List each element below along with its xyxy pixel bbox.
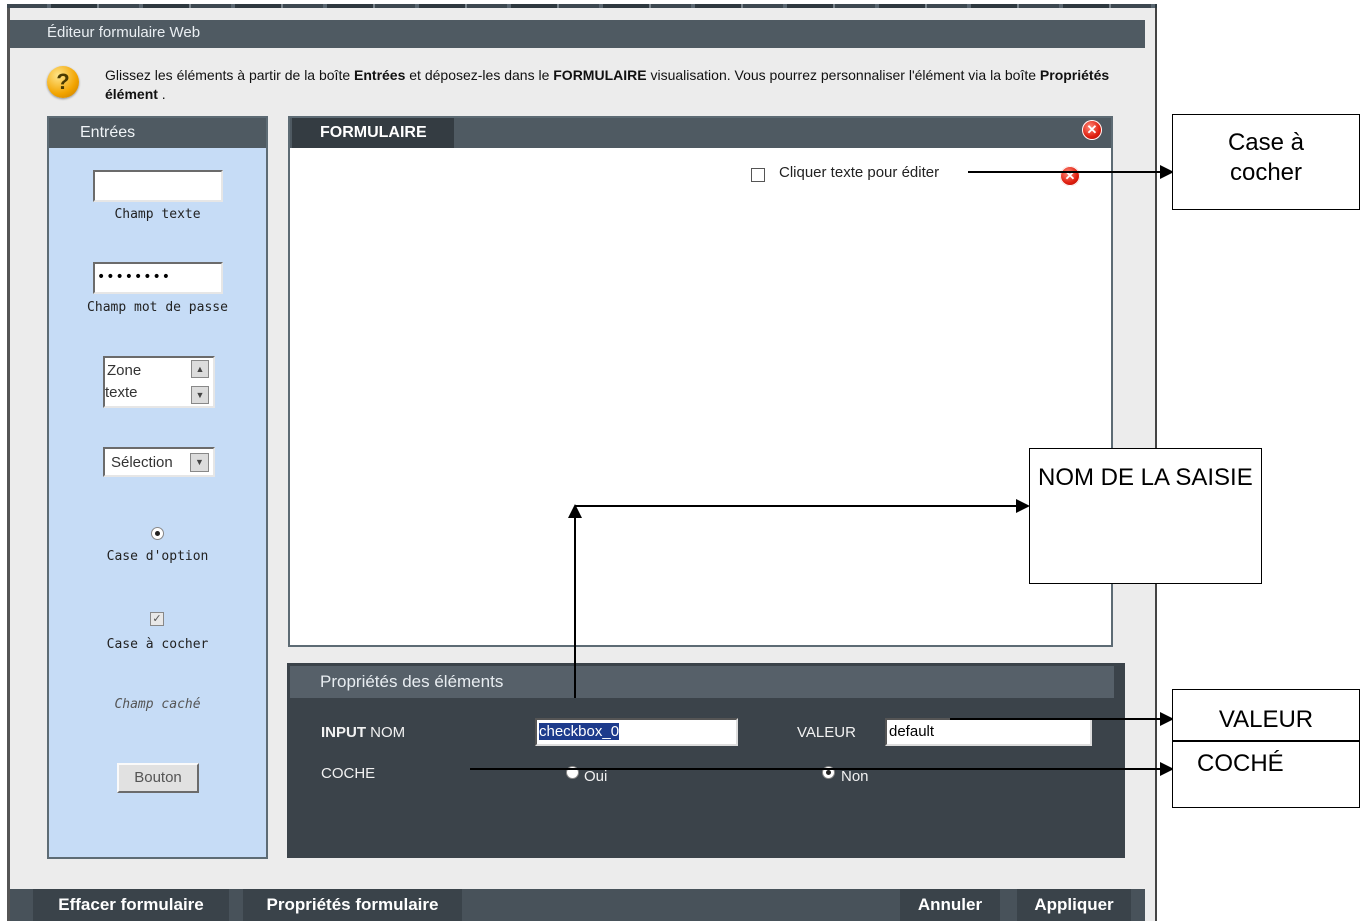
text-field-sample[interactable] [93,170,223,202]
form-checkbox-label[interactable]: Cliquer texte pour éditer [779,164,939,181]
arrow-line-name-vertical [574,516,576,698]
annotation-checked: COCHÉ [1172,741,1360,808]
help-icon: ? [47,66,79,98]
select-sample[interactable]: Sélection ▼ [103,447,215,477]
form-preview-panel [288,116,1113,647]
arrow-line-checkbox [968,171,1162,173]
element-properties-title: Propriétés des éléments [320,672,504,691]
clear-form-button[interactable]: Effacer formulaire [33,889,229,921]
close-icon[interactable]: ✕ [1082,120,1102,140]
checkbox-label[interactable]: Case à cocher [60,637,255,652]
inputs-palette [47,116,268,859]
textarea-line2: texte [105,384,138,401]
help-bold-inputs: Entrées [354,67,406,83]
input-name-text: NOM [366,724,406,741]
select-sample-value: Sélection [111,454,173,471]
arrow-line-checked [470,768,1164,770]
annotation-checkbox: Case à cocher [1172,114,1360,210]
radio-no-label[interactable]: Non [841,768,869,785]
value-label: VALEUR [797,724,856,741]
value-input[interactable]: default [885,718,1092,746]
help-text-part: Glissez les éléments à partir de la boît… [105,67,355,83]
help-text-part: visualisation. Vous pourrez personnalise… [646,67,1040,83]
delete-element-icon[interactable]: ✕ [1060,166,1080,186]
arrowhead-name [1016,499,1030,513]
scroll-up-icon[interactable]: ▲ [191,360,209,378]
radio-label[interactable]: Case d'option [60,549,255,564]
arrow-line-value [950,718,1164,720]
textarea-line1: Zone [107,362,142,379]
textarea-sample[interactable]: Zone texte ▲ ▼ [103,356,215,408]
apply-button[interactable]: Appliquer [1017,889,1131,921]
help-bold-form: FORMULAIRE [553,67,647,83]
help-text-part: et déposez-les dans le [405,67,554,83]
input-name-label: INPUT NOM [321,724,405,741]
scroll-down-icon[interactable]: ▼ [191,386,209,404]
password-field-sample[interactable]: •••••••• [93,262,223,294]
help-text-part: . [157,86,166,102]
help-text: Glissez les éléments à partir de la boît… [105,66,1125,104]
form-checkbox[interactable] [751,168,765,182]
button-sample[interactable]: Bouton [117,763,199,793]
annotation-name: NOM DE LA SAISIE [1029,448,1262,584]
checked-label: COCHE [321,765,376,782]
radio-icon[interactable] [151,527,164,540]
radio-yes-label[interactable]: Oui [584,768,607,785]
password-field-label[interactable]: Champ mot de passe [60,300,255,315]
cancel-button[interactable]: Annuler [900,889,1000,921]
form-panel-title: FORMULAIRE [320,124,427,141]
window-title: Éditeur formulaire Web [47,24,201,41]
form-properties-button[interactable]: Propriétés formulaire [243,889,462,921]
input-name-bold: INPUT [321,724,366,741]
hidden-field-label[interactable]: Champ caché [60,697,255,712]
text-field-label[interactable]: Champ texte [60,207,255,222]
name-input[interactable]: checkbox_0 [535,718,738,746]
inputs-palette-title: Entrées [80,124,136,141]
checkbox-icon[interactable]: ✓ [150,612,164,626]
name-input-value: checkbox_0 [539,723,620,740]
dropdown-arrow-icon[interactable]: ▼ [190,453,209,472]
arrow-line-name-horizontal [575,505,1018,507]
annotation-value: VALEUR [1172,689,1360,741]
